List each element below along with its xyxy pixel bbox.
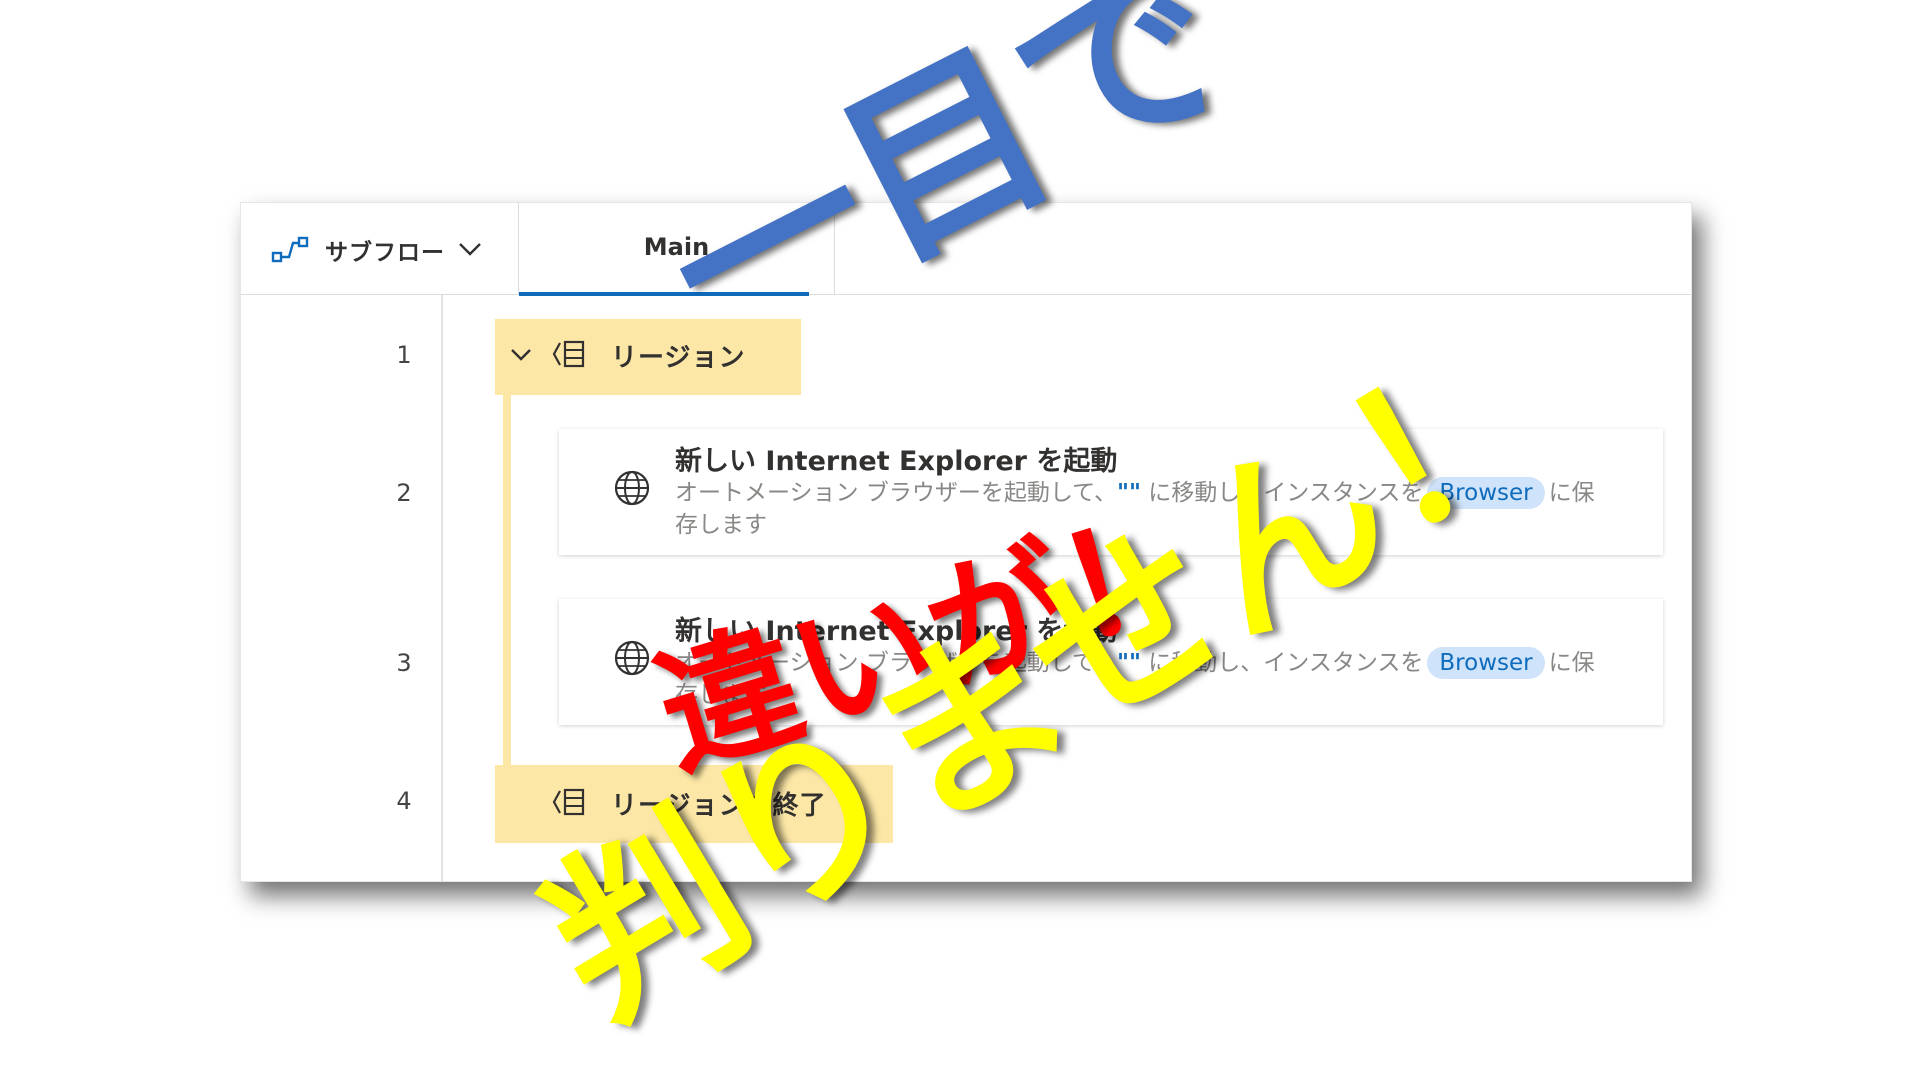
active-tab-indicator: [519, 292, 809, 296]
globe-icon: [614, 470, 650, 506]
region-end-label: リージョンの終了: [611, 791, 827, 821]
stage: サブフロー Main 1 2 3 4 リージョン 新しい Internet Ex…: [0, 0, 1920, 1080]
line-number: 1: [396, 341, 412, 369]
line-number: 4: [396, 787, 412, 815]
globe-icon: [614, 640, 650, 676]
action-title: 新しい Internet Explorer を起動: [675, 616, 1118, 647]
line-number: 3: [396, 649, 412, 677]
tab-main[interactable]: Main: [519, 203, 835, 296]
action-launch-ie-1[interactable]: 新しい Internet Explorer を起動 オートメーション ブラウザー…: [559, 429, 1663, 555]
region-end-row[interactable]: リージョンの終了: [495, 765, 893, 843]
variable-badge[interactable]: Browser: [1427, 647, 1545, 679]
action-desc-middle: に移動し、インスタンスを: [1140, 650, 1424, 676]
action-launch-ie-2[interactable]: 新しい Internet Explorer を起動 オートメーション ブラウザー…: [559, 599, 1663, 725]
subflow-dropdown-button[interactable]: サブフロー: [241, 203, 519, 295]
chevron-down-icon[interactable]: [509, 345, 533, 365]
tab-main-label: Main: [643, 233, 710, 261]
region-start-row[interactable]: リージョン: [495, 319, 801, 395]
action-title: 新しい Internet Explorer を起動: [675, 446, 1118, 477]
region-start-label: リージョン: [611, 343, 746, 373]
action-desc-middle: に移動し、インスタンスを: [1140, 480, 1424, 506]
region-icon: [552, 340, 585, 368]
region-icon: [552, 788, 585, 816]
subflow-icon: [271, 236, 309, 263]
region-rail: [503, 395, 511, 767]
line-number: 2: [396, 479, 412, 507]
tab-bar: サブフロー Main: [241, 203, 1691, 296]
subflow-label: サブフロー: [325, 240, 445, 266]
action-desc-url: "": [1117, 650, 1141, 676]
variable-badge[interactable]: Browser: [1427, 477, 1545, 509]
line-number-gutter: 1 2 3 4: [241, 295, 443, 881]
chevron-down-icon: [459, 243, 481, 256]
action-desc-prefix: オートメーション ブラウザーを起動して、: [675, 650, 1118, 676]
action-desc-prefix: オートメーション ブラウザーを起動して、: [675, 480, 1118, 506]
flow-designer-screenshot: サブフロー Main 1 2 3 4 リージョン 新しい Internet Ex…: [240, 202, 1692, 882]
action-description: オートメーション ブラウザーを起動して、"" に移動し、インスタンスを Brows…: [675, 647, 1605, 711]
action-desc-url: "": [1117, 480, 1141, 506]
action-description: オートメーション ブラウザーを起動して、"" に移動し、インスタンスを Brows…: [675, 477, 1605, 541]
